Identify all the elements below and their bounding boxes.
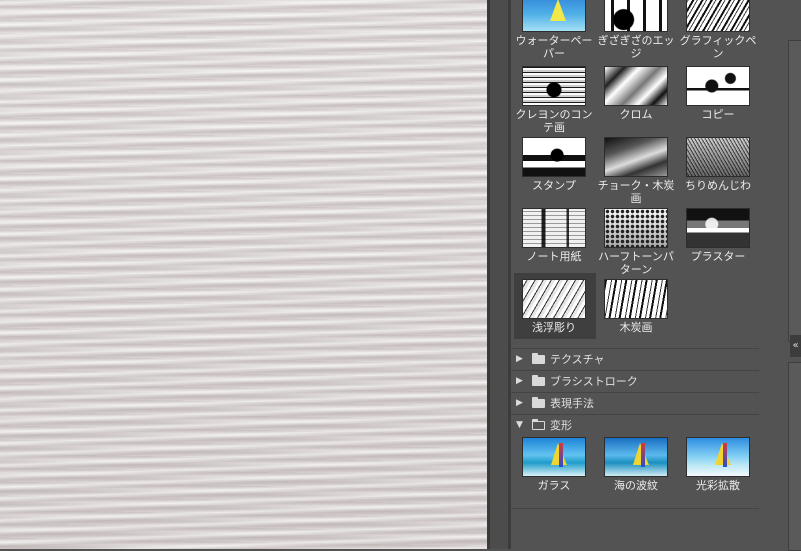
effect-layers-panel [788, 362, 801, 551]
chrome-thumb [604, 66, 668, 106]
filter-label: プラスター [690, 250, 746, 263]
filter-label: コピー [701, 108, 735, 121]
filter-conte-crayon[interactable]: クレヨンのコンテ画 [514, 66, 594, 134]
filter-label: 海の波紋 [614, 479, 658, 492]
filter-stamp[interactable]: スタンプ [514, 137, 594, 192]
filter-watercolor-paper[interactable]: ウォーターペーパー [514, 0, 594, 60]
diffuse-glow-thumb [686, 437, 750, 477]
category-brush-strokes[interactable]: ▶ ブラシストローク [511, 370, 759, 391]
filter-graphic-pen[interactable]: グラフィックペン [678, 0, 758, 60]
filter-gallery-panel: ウォーターペーパー ぎざぎざのエッジ グラフィックペン クレヨンのコンテ画 クロ… [511, 0, 759, 549]
category-artistic[interactable]: ▶ 表現手法 [511, 392, 759, 413]
divider [511, 508, 759, 509]
watercolor-paper-thumb [522, 0, 586, 32]
filter-label: スタンプ [532, 179, 576, 192]
filter-chrome[interactable]: クロム [596, 66, 676, 121]
filter-ocean-ripple[interactable]: 海の波紋 [596, 437, 676, 492]
filter-photocopy[interactable]: コピー [678, 66, 758, 121]
filter-label: ガラス [537, 479, 571, 492]
settings-panel [788, 40, 801, 342]
category-texture[interactable]: ▶ テクスチャ [511, 348, 759, 369]
conte-crayon-thumb [522, 66, 586, 106]
filter-preview-canvas[interactable] [0, 0, 487, 549]
category-distort[interactable]: ▼ 変形 [511, 414, 759, 435]
filter-chalk-charcoal[interactable]: チョーク・木炭画 [596, 137, 676, 205]
category-label: ブラシストローク [550, 375, 638, 388]
torn-edges-thumb [604, 0, 668, 32]
expand-arrow-icon: ▶ [516, 354, 523, 364]
category-label: テクスチャ [550, 353, 605, 366]
filter-label: 木炭画 [619, 321, 653, 334]
filter-label: ノート用紙 [526, 250, 582, 263]
folder-icon [532, 352, 545, 364]
category-label: 表現手法 [550, 397, 594, 410]
filter-label: ウォーターペーパー [515, 34, 593, 60]
filter-label: ぎざぎざのエッジ [597, 34, 675, 60]
plaster-thumb [686, 208, 750, 248]
ocean-ripple-thumb [604, 437, 668, 477]
filter-label: 光彩拡散 [696, 479, 740, 492]
reticulation-thumb [686, 137, 750, 177]
note-paper-thumb [522, 208, 586, 248]
filter-label: クロム [619, 108, 653, 121]
category-label: 変形 [550, 419, 572, 432]
charcoal-thumb [604, 279, 668, 319]
filter-note-paper[interactable]: ノート用紙 [514, 208, 594, 263]
photocopy-thumb [686, 66, 750, 106]
filter-label: クレヨンのコンテ画 [515, 108, 593, 134]
bas-relief-thumb [522, 279, 586, 319]
chalk-charcoal-thumb [604, 137, 668, 177]
filter-label: ちりめんじわ [685, 179, 751, 192]
halftone-pattern-thumb [604, 208, 668, 248]
folder-icon [532, 374, 545, 386]
folder-icon [532, 396, 545, 408]
collapse-panel-icon[interactable]: « [790, 335, 801, 357]
expand-arrow-icon: ▶ [516, 376, 523, 386]
filter-torn-edges[interactable]: ぎざぎざのエッジ [596, 0, 676, 60]
collapse-arrow-icon: ▼ [516, 420, 523, 430]
filter-glass[interactable]: ガラス [514, 437, 594, 492]
filter-halftone-pattern[interactable]: ハーフトーンパターン [596, 208, 676, 276]
filter-charcoal[interactable]: 木炭画 [596, 279, 676, 334]
filter-reticulation[interactable]: ちりめんじわ [678, 137, 758, 192]
filter-plaster[interactable]: プラスター [678, 208, 758, 263]
expand-arrow-icon: ▶ [516, 398, 523, 408]
stamp-thumb [522, 137, 586, 177]
filter-diffuse-glow[interactable]: 光彩拡散 [678, 437, 758, 492]
filter-bas-relief[interactable]: 浅浮彫り [514, 273, 596, 339]
splitter[interactable] [490, 0, 508, 549]
gallery-scroll-area[interactable] [759, 0, 774, 549]
glass-thumb [522, 437, 586, 477]
filter-label: グラフィックペン [679, 34, 757, 60]
open-folder-icon [532, 418, 545, 430]
filter-label: ハーフトーンパターン [598, 250, 674, 276]
filter-label: 浅浮彫り [532, 321, 576, 334]
graphic-pen-thumb [686, 0, 750, 32]
filter-label: チョーク・木炭画 [597, 179, 675, 205]
